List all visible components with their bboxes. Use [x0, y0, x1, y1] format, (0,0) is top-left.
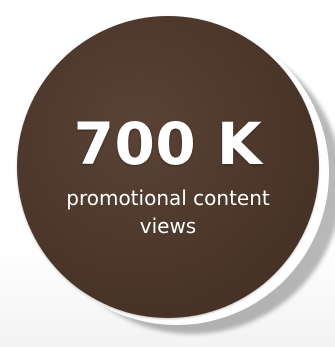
stat-caption: promotional content views: [66, 186, 270, 238]
stat-badge: 700 K promotional content views: [0, 0, 335, 347]
stat-value: 700 K: [73, 110, 263, 178]
badge-content: 700 K promotional content views: [17, 16, 319, 318]
